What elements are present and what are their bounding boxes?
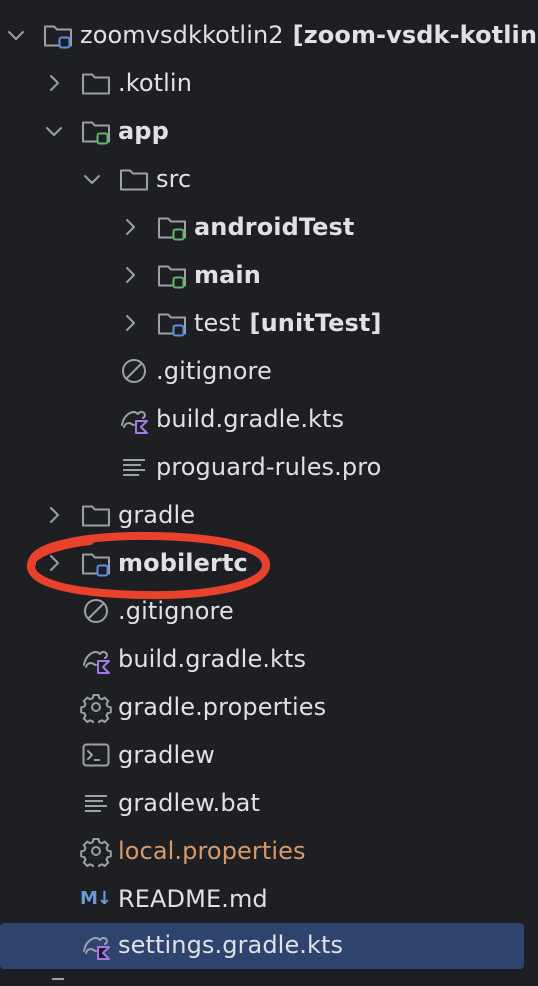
tree-label: src [156,165,192,193]
folder-icon [118,163,150,195]
gear-icon [80,691,112,723]
tree-row-root-gitignore[interactable]: .gitignore [0,587,538,635]
tree-label: settings.gradle.kts [118,931,344,959]
next-row-stub [52,978,64,986]
folder-icon [80,67,112,99]
tree-label: androidTest [194,213,355,241]
tree-label: build.gradle.kts [118,645,307,673]
tree-label: app [118,117,169,145]
chevron-down-icon[interactable] [80,167,104,191]
tree-row-root-build-gradle[interactable]: build.gradle.kts [0,635,538,683]
tree-row-androidtest[interactable]: androidTest [0,203,538,251]
tree-row-gradle-properties[interactable]: gradle.properties [0,683,538,731]
source-folder-icon [156,211,188,243]
tree-row-settings-gradle[interactable]: settings.gradle.kts [0,921,538,969]
gradle-kotlin-icon [118,403,150,435]
tree-row-local-properties[interactable]: local.properties [0,827,538,875]
chevron-right-icon[interactable] [118,263,142,287]
chevron-right-icon[interactable] [118,311,142,335]
tree-row-gradle[interactable]: gradle [0,491,538,539]
project-tree: zoomvsdkkotlin2 [zoom-vsdk-kotlin] .kotli… [0,0,538,984]
tree-row-app[interactable]: app [0,107,538,155]
tree-row-test[interactable]: test [unitTest] [0,299,538,347]
source-folder-icon [156,259,188,291]
tree-label: zoomvsdkkotlin2 [zoom-vsdk-kotlin] [80,21,538,49]
tree-label: mobilertc [118,549,248,577]
ignore-file-icon [80,595,112,627]
tree-label: .gitignore [118,597,234,625]
module-folder-icon [80,547,112,579]
chevron-right-icon[interactable] [42,551,66,575]
text-file-icon [118,451,150,483]
tree-label: gradlew.bat [118,789,260,817]
ignore-file-icon [118,355,150,387]
tree-label: gradlew [118,741,215,769]
tree-label: .gitignore [156,357,272,385]
tree-label: build.gradle.kts [156,405,345,433]
tree-row-readme[interactable]: M↓ README.md [0,875,538,923]
tree-label: .kotlin [118,69,193,97]
gradle-kotlin-icon [80,643,112,675]
tree-row-gradlew[interactable]: gradlew [0,731,538,779]
chevron-right-icon[interactable] [118,215,142,239]
tree-row-gradlew-bat[interactable]: gradlew.bat [0,779,538,827]
gear-icon [80,835,112,867]
markdown-icon: M↓ [80,888,112,909]
tree-row-src[interactable]: src [0,155,538,203]
tree-label: local.properties [118,837,306,865]
tree-label: main [194,261,261,289]
chevron-right-icon[interactable] [42,503,66,527]
tree-label: gradle [118,501,196,529]
terminal-icon [80,739,112,771]
chevron-down-icon[interactable] [42,119,66,143]
folder-icon [80,499,112,531]
tree-label: gradle.properties [118,693,327,721]
gradle-kotlin-icon [80,929,112,961]
tree-label: proguard-rules.pro [156,453,382,481]
chevron-right-icon[interactable] [42,71,66,95]
test-folder-icon [156,307,188,339]
tree-row-kotlin[interactable]: .kotlin [0,59,538,107]
text-file-icon [80,787,112,819]
tree-label: test [unitTest] [194,309,382,337]
tree-label: README.md [118,885,268,913]
tree-row-mobilertc[interactable]: mobilertc [0,539,538,587]
tree-row-root[interactable]: zoomvsdkkotlin2 [zoom-vsdk-kotlin] [0,11,538,59]
chevron-down-icon[interactable] [4,23,28,47]
tree-row-proguard[interactable]: proguard-rules.pro [0,443,538,491]
module-folder-icon [80,115,112,147]
tree-row-main[interactable]: main [0,251,538,299]
module-folder-icon [42,19,74,51]
tree-row-app-gitignore[interactable]: .gitignore [0,347,538,395]
tree-row-app-build-gradle[interactable]: build.gradle.kts [0,395,538,443]
